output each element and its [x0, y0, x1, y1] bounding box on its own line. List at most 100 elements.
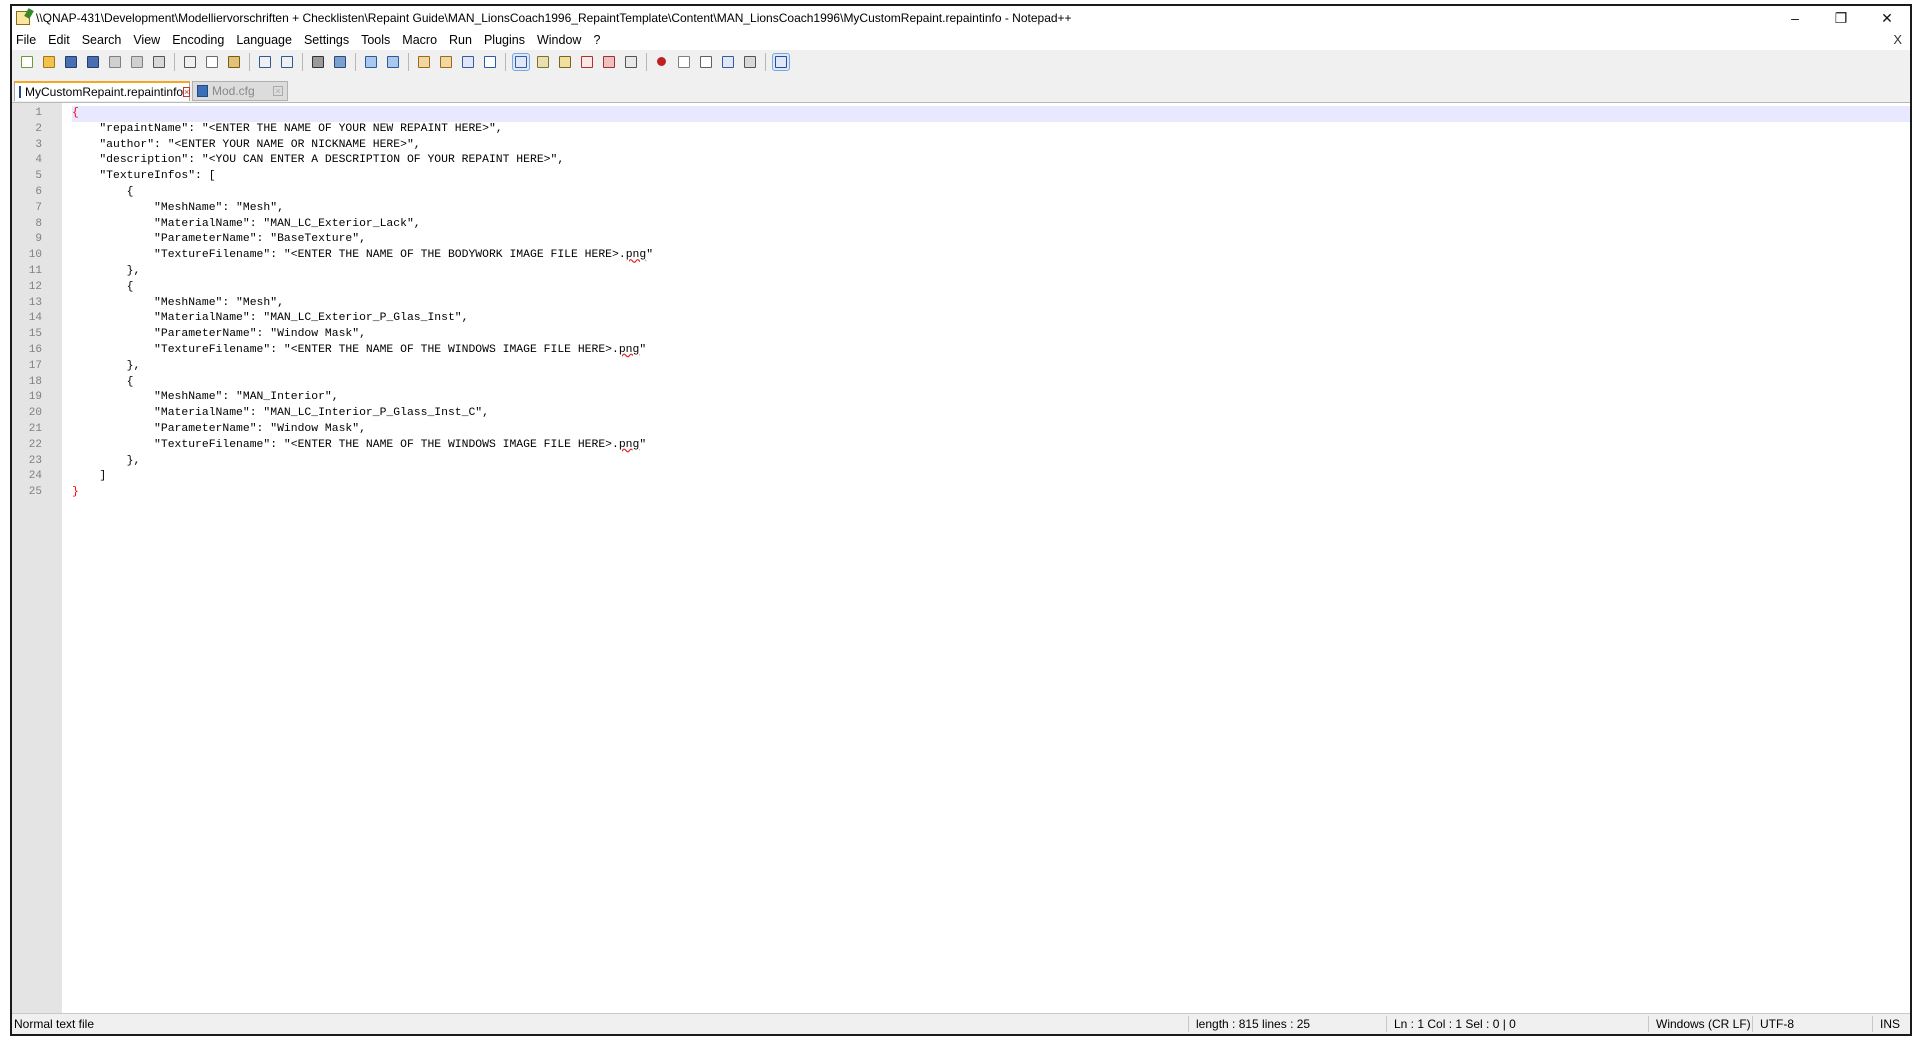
find-icon[interactable] — [310, 54, 326, 70]
line-number-gutter: 1 2 3 4 5 6 7 8 9 10 11 12 13 14 15 16 17 18 19 20 21 22 23 24 2… — [12, 103, 62, 1018]
code-line[interactable]: "description": "<YOU CAN ENTER A DESCRIP… — [72, 153, 1910, 169]
indent-guide-icon-glyph — [515, 56, 527, 68]
line-number: 2 — [35, 122, 42, 135]
menu-tools[interactable]: Tools — [357, 33, 398, 47]
close-icon[interactable] — [107, 54, 123, 70]
tab-mycustomrepaint[interactable]: MyCustomRepaint.repaintinfo × — [14, 81, 191, 101]
code-line[interactable]: }, — [72, 359, 1910, 375]
zoom-in-icon[interactable] — [363, 54, 379, 70]
code-line[interactable]: "TextureFilename": "<ENTER THE NAME OF T… — [72, 343, 1910, 359]
title-bar: \\QNAP-431\Development\Modelliervorschri… — [12, 6, 1910, 30]
show-all-chars-icon[interactable] — [482, 54, 498, 70]
window-controls: – ❐ ✕ — [1772, 6, 1910, 30]
close-document-button[interactable]: X — [1893, 32, 1902, 47]
minimize-button[interactable]: – — [1772, 6, 1818, 30]
code-line[interactable]: "TextureFilename": "<ENTER THE NAME OF T… — [72, 248, 1910, 264]
code-line[interactable]: "author": "<ENTER YOUR NAME OR NICKNAME … — [72, 138, 1910, 154]
menu-macro[interactable]: Macro — [398, 33, 445, 47]
sync-vertical-icon-glyph — [418, 56, 430, 68]
restore-button[interactable]: ❐ — [1818, 6, 1864, 30]
stop-record-icon[interactable] — [676, 54, 692, 70]
menu-edit[interactable]: Edit — [44, 33, 78, 47]
sync-vertical-icon[interactable] — [416, 54, 432, 70]
code-line[interactable]: "MaterialName": "MAN_LC_Exterior_P_Glas_… — [72, 311, 1910, 327]
run-macro-multiple-icon[interactable] — [720, 54, 736, 70]
redo-icon[interactable] — [279, 54, 295, 70]
code-line[interactable]: { — [72, 375, 1910, 391]
record-macro-icon[interactable] — [654, 54, 670, 70]
save-icon[interactable] — [63, 54, 79, 70]
code-line[interactable]: { — [72, 106, 1910, 122]
line-number: 10 — [28, 249, 42, 262]
code-line[interactable]: "ParameterName": "Window Mask", — [72, 422, 1910, 438]
indent-guide-icon[interactable] — [512, 53, 530, 71]
menu-window[interactable]: Window — [533, 33, 589, 47]
menu-run[interactable]: Run — [445, 33, 480, 47]
code-line[interactable]: "ParameterName": "Window Mask", — [72, 327, 1910, 343]
zoom-out-icon[interactable] — [385, 54, 401, 70]
code-text[interactable]: { "repaintName": "<ENTER THE NAME OF YOU… — [72, 106, 1910, 501]
cut-icon[interactable] — [182, 54, 198, 70]
print-icon[interactable] — [151, 54, 167, 70]
doc-map-icon[interactable] — [557, 54, 573, 70]
save-macro-icon[interactable] — [742, 54, 758, 70]
udl-icon-glyph — [537, 56, 549, 68]
paste-icon[interactable] — [226, 54, 242, 70]
tab-close-icon[interactable]: × — [273, 86, 283, 96]
spell-check-icon[interactable] — [772, 53, 790, 71]
word-wrap-icon[interactable] — [460, 54, 476, 70]
tab-bar: MyCustomRepaint.repaintinfo × Mod.cfg × — [12, 76, 1910, 103]
menu-file[interactable]: File — [12, 33, 44, 47]
line-number: 15 — [28, 328, 42, 341]
menu-settings[interactable]: Settings — [300, 33, 357, 47]
code-line[interactable]: "MaterialName": "MAN_LC_Exterior_Lack", — [72, 217, 1910, 233]
monitoring-icon[interactable] — [623, 54, 639, 70]
status-encoding[interactable]: UTF-8 — [1760, 1017, 1794, 1031]
tab-close-icon[interactable]: × — [183, 87, 191, 97]
code-line[interactable]: "ParameterName": "BaseTexture", — [72, 232, 1910, 248]
code-line[interactable]: "MeshName": "Mesh", — [72, 201, 1910, 217]
menu-view[interactable]: View — [129, 33, 168, 47]
replace-icon[interactable] — [332, 54, 348, 70]
menu-search[interactable]: Search — [78, 33, 130, 47]
code-line[interactable]: "MaterialName": "MAN_LC_Interior_P_Glass… — [72, 406, 1910, 422]
code-line[interactable]: "TextureInfos": [ — [72, 169, 1910, 185]
save-all-icon[interactable] — [85, 54, 101, 70]
function-list-icon[interactable] — [579, 54, 595, 70]
folder-workspace-icon[interactable] — [601, 54, 617, 70]
editor-area[interactable]: 1 2 3 4 5 6 7 8 9 10 11 12 13 14 15 16 17 18 19 20 21 22 23 24 2… — [12, 103, 1910, 1018]
undo-icon[interactable] — [257, 54, 273, 70]
copy-icon[interactable] — [204, 54, 220, 70]
close-all-icon[interactable] — [129, 54, 145, 70]
monitoring-icon-glyph — [625, 56, 637, 68]
open-file-icon[interactable] — [41, 54, 57, 70]
code-line[interactable]: "repaintName": "<ENTER THE NAME OF YOUR … — [72, 122, 1910, 138]
menu-encoding[interactable]: Encoding — [168, 33, 232, 47]
menu-language[interactable]: Language — [232, 33, 300, 47]
new-file-icon[interactable] — [19, 54, 35, 70]
play-macro-icon[interactable] — [698, 54, 714, 70]
notepadpp-window: \\QNAP-431\Development\Modelliervorschri… — [10, 4, 1912, 1036]
udl-icon[interactable] — [535, 54, 551, 70]
line-number: 14 — [28, 312, 42, 325]
code-line[interactable]: }, — [72, 454, 1910, 470]
code-line[interactable]: } — [72, 485, 1910, 501]
code-line[interactable]: { — [72, 280, 1910, 296]
sync-horizontal-icon[interactable] — [438, 54, 454, 70]
line-number: 16 — [28, 343, 42, 356]
menu-plugins[interactable]: Plugins — [480, 33, 533, 47]
fold-margin[interactable] — [62, 103, 72, 1018]
code-line[interactable]: "TextureFilename": "<ENTER THE NAME OF T… — [72, 438, 1910, 454]
code-line[interactable]: }, — [72, 264, 1910, 280]
line-number: 21 — [28, 422, 42, 435]
code-line[interactable]: { — [72, 185, 1910, 201]
tab-mod-cfg[interactable]: Mod.cfg × — [192, 81, 288, 101]
code-line[interactable]: "MeshName": "MAN_Interior", — [72, 390, 1910, 406]
toolbar-separator — [355, 53, 356, 71]
copy-icon-glyph — [206, 56, 218, 68]
status-eol[interactable]: Windows (CR LF) — [1656, 1017, 1751, 1031]
menu-help[interactable]: ? — [589, 33, 608, 47]
close-window-button[interactable]: ✕ — [1864, 6, 1910, 30]
code-line[interactable]: "MeshName": "Mesh", — [72, 296, 1910, 312]
code-line[interactable]: ] — [72, 469, 1910, 485]
